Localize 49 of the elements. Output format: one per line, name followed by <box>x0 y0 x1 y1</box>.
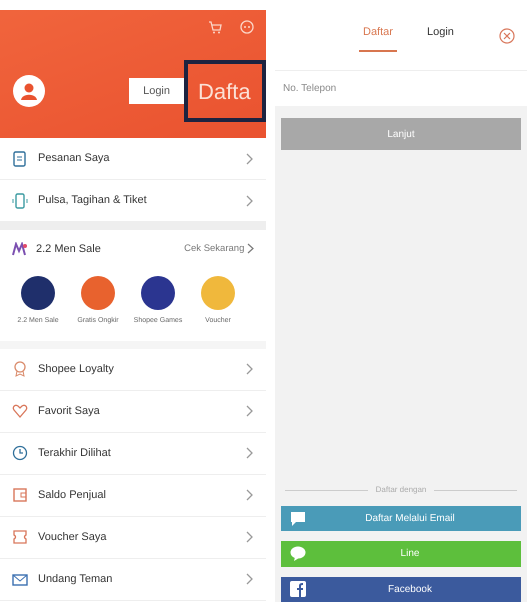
chevron-icon <box>245 404 254 418</box>
user-icon <box>21 82 37 100</box>
divider-label: Daftar dengan <box>376 484 426 496</box>
medal-icon <box>12 361 28 377</box>
promo-link[interactable]: Cek Sekarang <box>184 242 254 256</box>
chevron-icon <box>245 446 254 460</box>
menu-item[interactable]: Terakhir Dilihat <box>0 432 266 474</box>
menu-item[interactable]: Undang Teman <box>0 558 266 600</box>
login-button[interactable]: Login <box>129 78 184 104</box>
menu-item[interactable]: Voucher Saya <box>0 516 266 558</box>
menu-label: Saldo Penjual <box>38 488 106 503</box>
menu-label: Pesanan Saya <box>38 151 110 166</box>
speech-bubble-icon <box>289 544 307 563</box>
ticket-icon <box>12 529 28 545</box>
heart-icon <box>12 403 28 419</box>
menu-item[interactable]: Pesanan Saya <box>0 138 266 180</box>
menu-item[interactable]: Favorit Saya <box>0 390 266 432</box>
chevron-icon <box>245 488 254 502</box>
menu-label: Pulsa, Tagihan & Tiket <box>38 193 147 208</box>
tab[interactable]: Login <box>422 18 458 52</box>
facebook-icon <box>289 580 307 598</box>
chat-icon <box>240 20 254 34</box>
shortcut-icon[interactable] <box>141 276 175 310</box>
menu-item[interactable]: Shopee Loyalty <box>0 348 266 390</box>
close-icon[interactable] <box>499 28 515 44</box>
chevron-icon <box>245 362 254 376</box>
menu-item[interactable]: Saldo Penjual <box>0 474 266 516</box>
chevron-icon <box>247 242 254 254</box>
menu-label: Terakhir Dilihat <box>38 446 111 461</box>
cart-icon <box>208 20 222 34</box>
menu-label: Shopee Loyalty <box>38 362 114 377</box>
promo-title: 2.2 Men Sale <box>36 242 101 257</box>
wallet-icon <box>12 487 28 503</box>
menu-label: Favorit Saya <box>38 404 100 419</box>
avatar[interactable] <box>13 75 45 107</box>
chevron-icon <box>245 194 254 208</box>
menu-label: Undang Teman <box>38 572 112 587</box>
menu-label: Voucher Saya <box>38 530 106 545</box>
sale-logo-icon <box>12 242 28 256</box>
phone-field[interactable]: No. Telepon <box>275 70 527 106</box>
chevron-icon <box>245 530 254 544</box>
shortcut-icon[interactable] <box>21 276 55 310</box>
clock-icon <box>12 445 28 461</box>
social-button[interactable]: Facebook <box>281 576 521 602</box>
phone-icon <box>12 192 28 208</box>
chevron-icon <box>245 572 254 586</box>
clipboard-icon <box>12 150 28 166</box>
chat-bubble-icon <box>289 510 307 528</box>
chevron-icon <box>245 152 254 166</box>
